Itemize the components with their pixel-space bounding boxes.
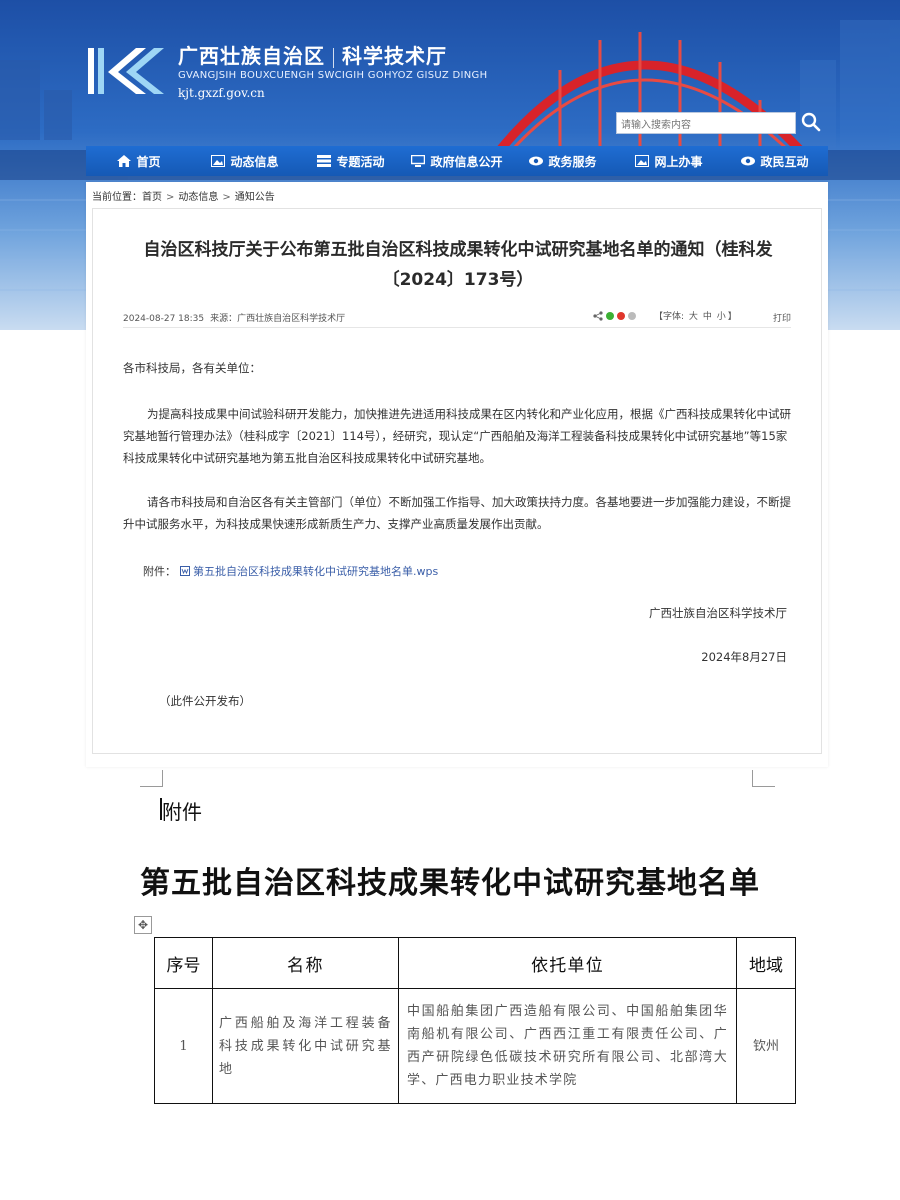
cell-org: 中国船舶集团广西造船有限公司、中国船舶集团华南船机有限公司、广西西江重工有限责任… [398,988,737,1104]
attachment: 附件： 第五批自治区科技成果转化中试研究基地名单.wps [143,563,438,579]
search-input[interactable] [617,116,795,135]
nav-home-label: 首页 [136,154,161,169]
article-tools: 【字体: 大 中 小】 [593,309,738,322]
font-size-medium[interactable]: 中 [703,312,712,322]
nav-topics[interactable]: 专题活动 [298,146,404,176]
breadcrumb-home[interactable]: 首页 [142,192,162,203]
col-header-area: 地域 [736,937,796,989]
nav-services-label: 政务服务 [548,154,597,169]
search-box [616,112,796,135]
page-crop-mark [752,770,775,787]
nav-open-info-label: 政府信息公开 [430,154,503,169]
doc-title: 第五批自治区科技成果转化中试研究基地名单 [140,866,760,901]
share-buttons [593,310,639,321]
table-header-row: 序号 名称 依托单位 地域 [154,937,796,989]
site-name-pinyin: GVANGJSIH BOUXCUENGH SWCIGIH GOHYOZ GISU… [178,70,488,81]
col-header-name: 名称 [212,937,399,989]
nav-online-label: 网上办事 [654,154,703,169]
font-size-small[interactable]: 小 [717,312,726,322]
font-size-large[interactable]: 大 [689,312,698,322]
nav-interaction[interactable]: 政民互动 [722,146,828,176]
picture-icon [635,155,650,167]
article-meta: 2024-08-27 18:35 来源：广西壮族自治区科学技术厅 [123,311,345,324]
attachment-link[interactable]: 第五批自治区科技成果转化中试研究基地名单.wps [193,565,438,578]
page-crop-mark [140,770,163,787]
cell-no: 1 [154,988,213,1104]
monitor-icon [411,155,426,167]
content-card: 当前位置：首页 > 动态信息 > 通知公告 自治区科技厅关于公布第五批自治区科技成果转化… [86,182,828,767]
cell-name: 广西船舶及海洋工程装备科技成果转化中试研究基地 [212,988,399,1104]
main-nav: 首页 动态信息 专题活动 政府信息公开 政务服务 网上办事 政民互动 [86,146,828,176]
article-date: 2024年8月27日 [701,650,787,664]
breadcrumb-separator: > [222,192,231,203]
meta-divider [123,327,791,328]
attachment-label: 附件： [143,565,176,578]
nav-home[interactable]: 首页 [86,146,192,176]
table-move-handle-icon[interactable]: ✥ [134,916,152,934]
weibo-icon[interactable] [617,311,625,320]
nav-news[interactable]: 动态信息 [192,146,298,176]
site-logo[interactable] [86,42,168,100]
cell-area: 钦州 [736,988,796,1104]
article-datetime: 2024-08-27 18:35 [123,314,205,324]
article-salutation: 各市科技局，各有关单位： [123,361,261,375]
list-icon [317,155,332,167]
site-url: kjt.gxzf.gov.cn [178,86,265,100]
nav-services[interactable]: 政务服务 [510,146,616,176]
share-icon[interactable] [593,310,603,321]
nav-topics-label: 专题活动 [336,154,385,169]
bridge-arch [496,60,804,154]
breadcrumb-news[interactable]: 动态信息 [178,192,218,203]
breadcrumb: 当前位置：首页 > 动态信息 > 通知公告 [92,188,275,203]
wps-file-icon [179,566,190,576]
article-paragraph-2: 请各市科技局和自治区各有关主管部门（单位）不断加强工作指导、加大政策扶持力度。各… [123,495,791,531]
article-title: 自治区科技厅关于公布第五批自治区科技成果转化中试研究基地名单的通知（桂科发〔20… [143,240,773,290]
site-name-divider [333,47,334,68]
site-name-region: 广西壮族自治区 [178,44,325,68]
publish-note: （此件公开发布） [159,694,251,708]
article: 自治区科技厅关于公布第五批自治区科技成果转化中试研究基地名单的通知（桂科发〔20… [92,208,822,754]
wechat-icon[interactable] [606,311,614,320]
eye-icon [529,156,544,166]
nav-online[interactable]: 网上办事 [616,146,722,176]
site-name-dept: 科学技术厅 [342,44,447,68]
site-name: 广西壮族自治区 科学技术厅 [178,40,447,69]
col-header-org: 依托单位 [398,937,737,989]
home-icon [117,155,132,167]
article-source: 来源：广西壮族自治区科学技术厅 [210,314,346,324]
font-size-label: 【字体: [654,312,685,322]
nav-interaction-label: 政民互动 [760,154,809,169]
search-icon[interactable] [800,111,822,133]
breadcrumb-separator: > [166,192,175,203]
article-signature: 广西壮族自治区科学技术厅 [649,606,787,620]
nav-news-label: 动态信息 [230,154,279,169]
more-share-icon[interactable] [628,311,636,320]
breadcrumb-prefix: 当前位置： [92,192,142,203]
table-row: 1 广西船舶及海洋工程装备科技成果转化中试研究基地 中国船舶集团广西造船有限公司… [154,988,796,1104]
font-size-label-end: 】 [727,312,737,322]
article-paragraph-1: 为提高科技成果中间试验科研开发能力，加快推进先进适用科技成果在区内转化和产业化应… [123,407,791,465]
col-header-no: 序号 [154,937,213,989]
image-icon [211,155,226,167]
eye-icon [741,156,756,166]
font-size-switch: 【字体: 大 中 小】 [653,309,738,322]
base-list-table: 序号 名称 依托单位 地域 1 广西船舶及海洋工程装备科技成果转化中试研究基地 … [154,937,796,1104]
nav-open-info[interactable]: 政府信息公开 [404,146,510,176]
breadcrumb-notices[interactable]: 通知公告 [235,192,275,203]
doc-attachment-heading: 附件 [162,802,202,824]
print-button[interactable]: 打印 [773,311,791,324]
